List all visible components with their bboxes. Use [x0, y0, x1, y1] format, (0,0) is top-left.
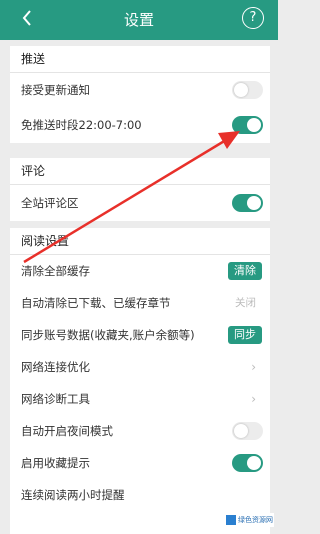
annotation-arrow	[23, 131, 240, 264]
watermark-text: 绿色资源网	[238, 516, 273, 524]
watermark-logo: 绿色资源网	[224, 513, 274, 527]
